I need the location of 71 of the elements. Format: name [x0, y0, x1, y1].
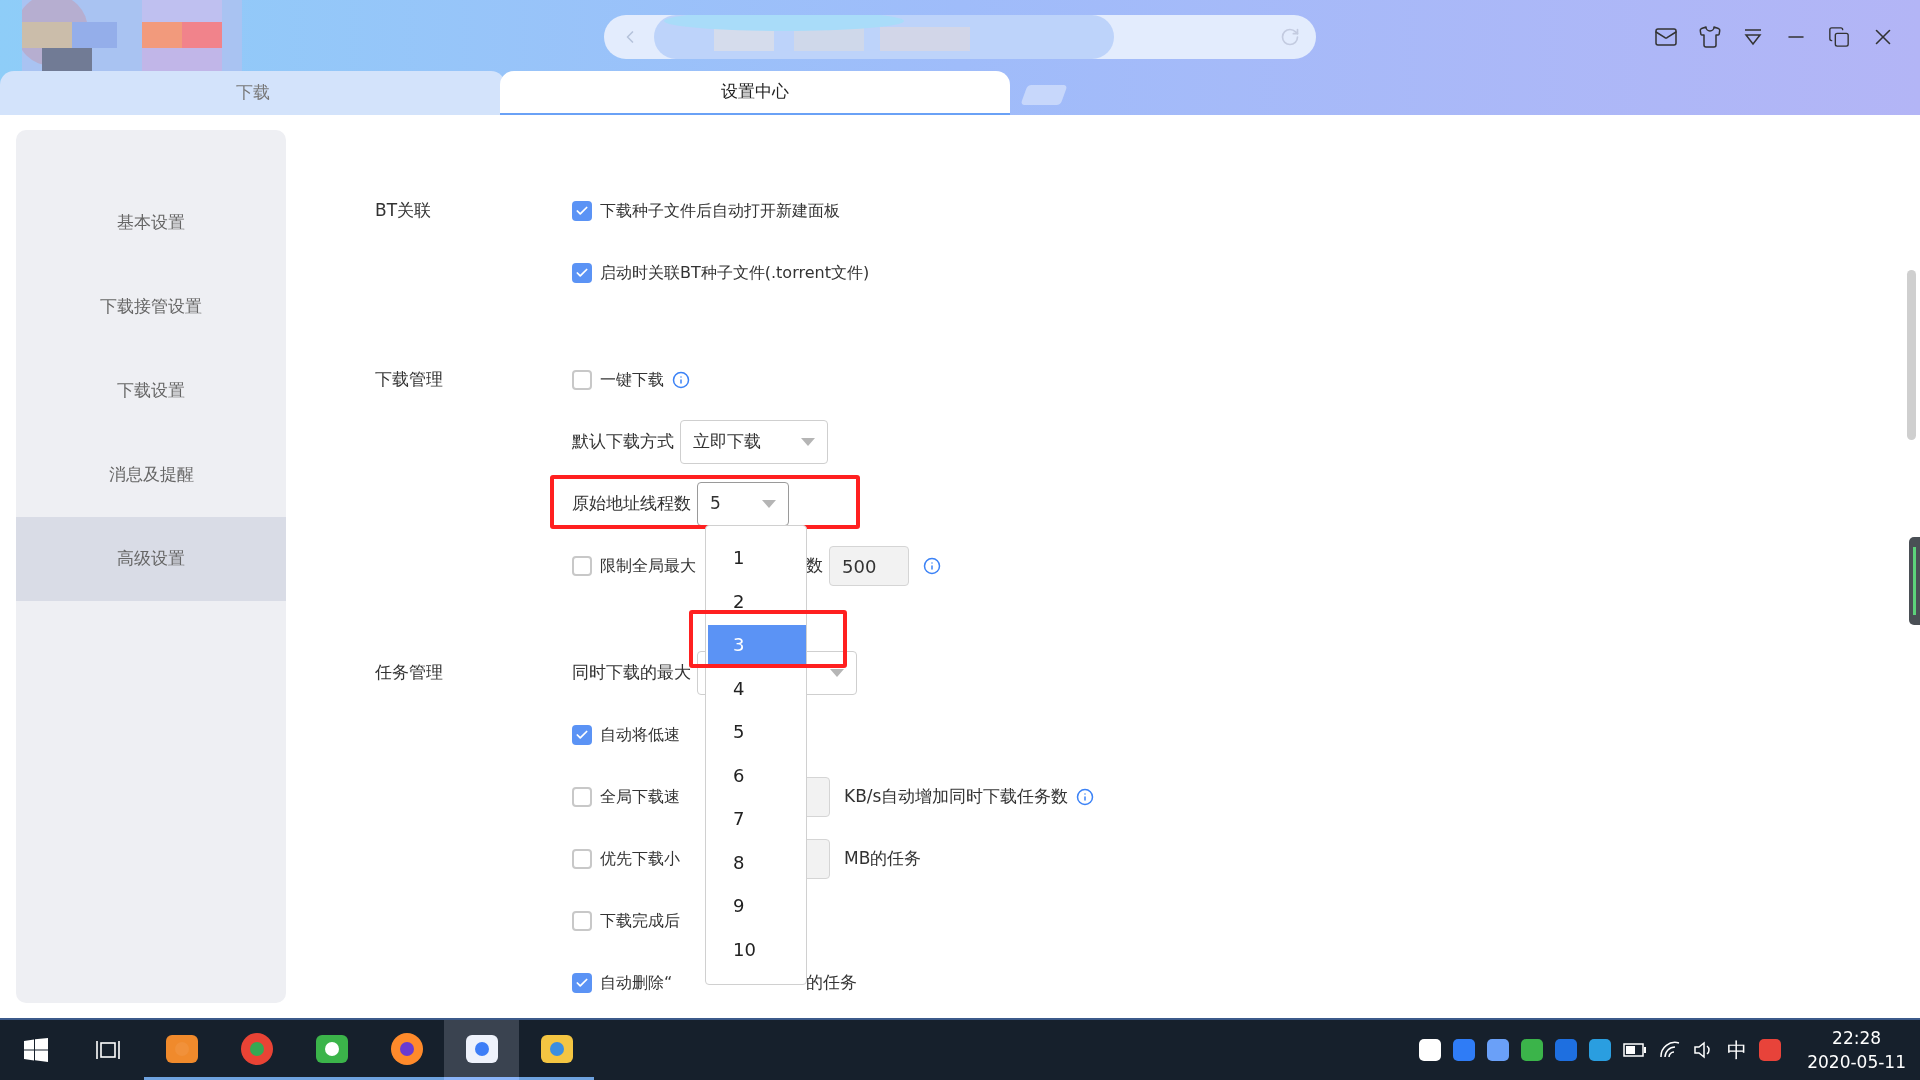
checkbox[interactable] — [572, 849, 592, 869]
option-label: 限制全局最大 — [600, 555, 696, 577]
wifi-icon[interactable] — [1659, 1041, 1682, 1059]
battery-icon[interactable] — [1623, 1043, 1648, 1057]
checkbox[interactable] — [572, 725, 592, 745]
select-label: 默认下载方式 — [572, 430, 674, 454]
tray-icon[interactable] — [1419, 1039, 1442, 1061]
dropdown-option[interactable]: 1 — [708, 537, 806, 578]
option-label: 一键下载 — [600, 369, 664, 391]
dropdown-option[interactable]: 7 — [708, 798, 806, 839]
select-label: 原始地址线程数 — [572, 492, 691, 516]
dropdown-option[interactable]: 6 — [708, 755, 806, 796]
info-icon[interactable] — [1076, 788, 1095, 806]
sidebar-item[interactable]: 基本设置 — [16, 181, 286, 265]
select-field[interactable]: 5 — [697, 482, 789, 526]
checkbox[interactable] — [572, 911, 592, 931]
info-icon[interactable] — [672, 371, 690, 389]
side-handle[interactable] — [1909, 537, 1920, 625]
scrollbar[interactable] — [1907, 270, 1916, 440]
restore-icon[interactable] — [1828, 26, 1850, 48]
dropdown-option[interactable]: 9 — [708, 885, 806, 926]
input-method[interactable]: 中 — [1727, 1035, 1748, 1065]
taskbar-app[interactable] — [444, 1020, 519, 1080]
option-label: 数 — [806, 554, 823, 578]
option-label: 下载种子文件后自动打开新建面板 — [600, 200, 840, 222]
sidebar-item[interactable]: 下载设置 — [16, 349, 286, 433]
checkbox[interactable] — [572, 787, 592, 807]
checkbox[interactable] — [572, 973, 592, 993]
checkbox[interactable] — [572, 556, 592, 576]
tab[interactable]: 设置中心 — [500, 71, 1010, 115]
check-icon — [575, 266, 589, 280]
number-field[interactable]: 500 — [829, 546, 909, 586]
option-label: 优先下载小 — [600, 848, 680, 870]
info-icon[interactable] — [923, 557, 941, 575]
windows-icon — [24, 1038, 48, 1062]
option-label: MB的任务 — [844, 847, 922, 871]
dropdown-option[interactable]: 4 — [708, 668, 806, 709]
checkbox[interactable] — [572, 201, 592, 221]
sidebar-item[interactable]: 下载接管设置 — [16, 265, 286, 349]
sidebar-item[interactable]: 高级设置 — [16, 517, 286, 601]
option-label: 全局下载速 — [600, 786, 680, 808]
dropdown-option[interactable]: 8 — [708, 842, 806, 883]
mail-icon[interactable] — [1654, 25, 1678, 49]
section-title: 任务管理 — [375, 661, 444, 685]
option-label: 自动删除“ — [600, 972, 673, 994]
dropdown-option[interactable]: 2 — [708, 581, 806, 622]
dropdown-option[interactable]: 10 — [708, 929, 806, 970]
task-view-icon — [95, 1039, 121, 1061]
check-icon — [575, 976, 589, 990]
shirt-icon[interactable] — [1698, 25, 1722, 49]
dropdown-option[interactable]: 5 — [708, 711, 806, 752]
option-label: 下载完成后 — [600, 910, 680, 932]
option-label: 启动时关联BT种子文件(.torrent文件) — [600, 262, 870, 284]
check-icon — [575, 728, 589, 742]
checkbox[interactable] — [572, 263, 592, 283]
section-title: BT关联 — [375, 199, 433, 223]
dropdown-icon[interactable] — [1742, 26, 1764, 48]
option-label: 自动将低速 — [600, 724, 680, 746]
select-field[interactable]: 立即下载 — [680, 420, 828, 464]
app-icon — [239, 1031, 274, 1066]
sidebar-item[interactable]: 消息及提醒 — [16, 433, 286, 517]
checkbox[interactable] — [572, 370, 592, 390]
check-icon — [575, 204, 589, 218]
clock-date[interactable]: 2020-05-11 — [1807, 1050, 1906, 1074]
tray-icon[interactable] — [1487, 1039, 1510, 1061]
app-icon — [389, 1031, 424, 1066]
option-label: 的任务 — [806, 971, 857, 995]
clock-time[interactable]: 22:28 — [1832, 1026, 1882, 1050]
select-label: 同时下载的最大 — [572, 661, 691, 685]
option-label: KB/s自动增加同时下载任务数 — [844, 785, 1069, 809]
section-title: 下载管理 — [375, 368, 444, 392]
